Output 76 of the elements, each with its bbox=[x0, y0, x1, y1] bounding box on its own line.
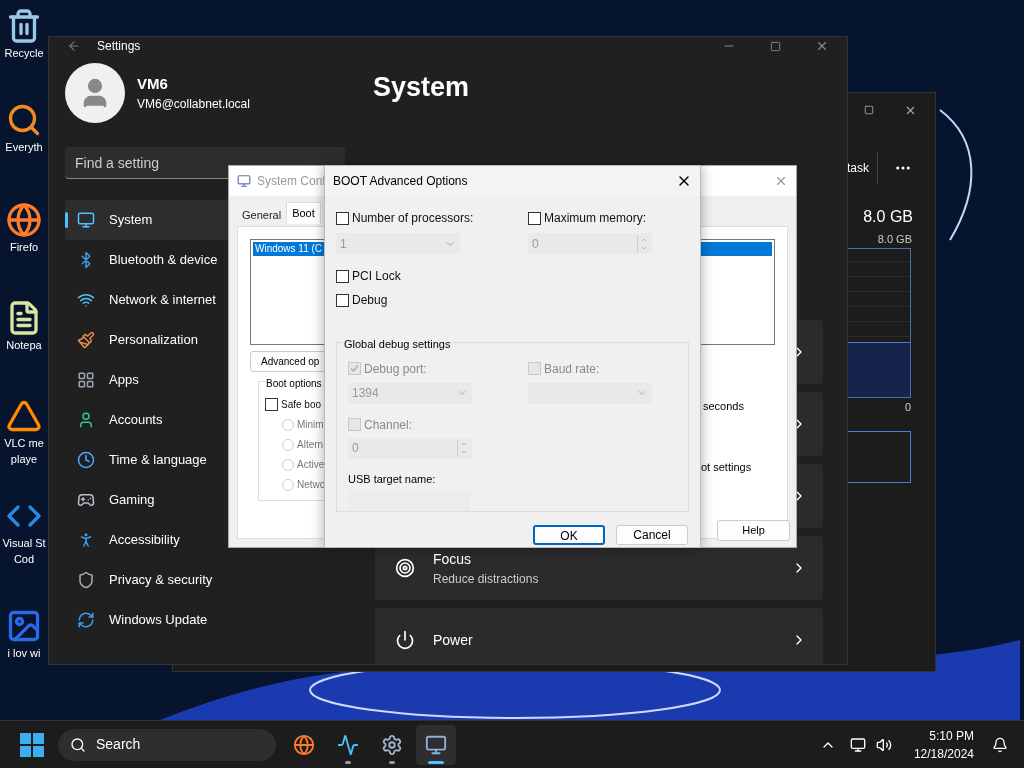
nav-icon bbox=[77, 451, 95, 469]
app-icon bbox=[237, 174, 251, 188]
graph-min-label: 0 bbox=[904, 399, 911, 415]
desktop-app-icon[interactable] bbox=[6, 398, 42, 434]
notification-bell-icon[interactable] bbox=[992, 736, 1008, 753]
nav-icon bbox=[77, 571, 95, 589]
network-icon[interactable] bbox=[849, 736, 866, 753]
desktop-icon-label[interactable]: Everyth bbox=[5, 140, 43, 154]
pulse-chart-icon bbox=[337, 733, 359, 756]
gear-icon bbox=[381, 733, 403, 756]
checkbox[interactable] bbox=[336, 269, 349, 283]
start-icon[interactable] bbox=[20, 732, 44, 757]
checkbox-label: Debug port: bbox=[364, 360, 427, 378]
window-title: Settings bbox=[97, 38, 141, 55]
nav-item[interactable]: Privacy & security bbox=[65, 560, 355, 600]
timeout-unit: seconds bbox=[703, 399, 745, 414]
speaker-icon[interactable] bbox=[875, 736, 892, 753]
focus-icon bbox=[395, 558, 415, 578]
desktop-icon-label[interactable]: Recycle bbox=[4, 46, 44, 60]
dialog-button[interactable]: Cancel bbox=[616, 525, 688, 545]
page-heading: System bbox=[373, 71, 471, 103]
maximize-icon[interactable] bbox=[864, 105, 874, 115]
desktop-icon-label[interactable]: playe bbox=[10, 452, 38, 466]
user-name: VM6 bbox=[137, 73, 169, 94]
checkbox-label: Baud rate: bbox=[544, 360, 600, 378]
clock[interactable]: 5:10 PM 12/18/2024 bbox=[913, 726, 974, 763]
radio-label: Active bbox=[297, 458, 325, 472]
field-label: USB target name: bbox=[348, 471, 437, 487]
globe-icon bbox=[293, 733, 315, 756]
nav-item[interactable]: Windows Update bbox=[65, 600, 355, 640]
checkbox-label: Debug bbox=[352, 292, 388, 309]
checkbox-label: Maximum memory: bbox=[544, 210, 646, 227]
nav-icon bbox=[77, 611, 95, 629]
desktop-app-icon[interactable] bbox=[6, 8, 42, 44]
desktop-app-icon[interactable] bbox=[6, 202, 42, 238]
group-title: Boot options bbox=[265, 376, 323, 391]
memory-total: 8.0 GB bbox=[863, 207, 913, 227]
nav-icon bbox=[77, 211, 95, 229]
checkbox-label: Number of processors: bbox=[352, 210, 474, 227]
desktop-icon-label[interactable]: Cod bbox=[13, 552, 35, 566]
radio-label: Altern bbox=[297, 438, 324, 452]
desktop-app-icon[interactable] bbox=[6, 102, 42, 138]
desktop-icon-label[interactable]: VLC me bbox=[4, 436, 44, 450]
nav-icon bbox=[77, 291, 95, 309]
desktop-icon-label[interactable]: Firefo bbox=[9, 240, 39, 254]
nav-icon bbox=[77, 331, 95, 349]
maximize-icon[interactable] bbox=[770, 40, 781, 52]
taskbar-search-field[interactable]: Search bbox=[58, 728, 276, 761]
help-button[interactable]: Help bbox=[717, 520, 790, 541]
checkbox-label: PCI Lock bbox=[352, 268, 401, 285]
user-email: VM6@collabnet.local bbox=[137, 96, 250, 114]
desktop-icon-label[interactable]: Notepa bbox=[6, 338, 42, 352]
checkbox[interactable] bbox=[265, 398, 278, 411]
spin-up-icon bbox=[460, 440, 468, 448]
checkbox-label: Safe boo bbox=[281, 398, 322, 412]
spin-down-icon bbox=[460, 448, 468, 456]
desktop-icon-label[interactable]: i lov wi bbox=[7, 646, 41, 660]
tab[interactable]: General bbox=[237, 204, 287, 226]
nav-icon bbox=[77, 491, 95, 509]
power-icon bbox=[395, 630, 415, 650]
search-icon bbox=[70, 736, 86, 753]
checkbox-label: Channel: bbox=[364, 416, 413, 434]
tab[interactable]: Boot bbox=[286, 202, 321, 224]
nav-icon bbox=[77, 371, 95, 389]
checkbox[interactable] bbox=[336, 293, 349, 307]
monitor-icon bbox=[425, 733, 447, 756]
graph-max-label: 8.0 GB bbox=[877, 232, 912, 247]
toolbar-button[interactable]: task bbox=[847, 159, 869, 177]
taskbar-app[interactable] bbox=[416, 724, 456, 765]
checkbox-label: ot settings bbox=[701, 459, 753, 475]
desktop-icon-label[interactable]: Visual St bbox=[2, 536, 46, 550]
settings-card[interactable]: Power bbox=[375, 608, 823, 664]
nav-icon bbox=[77, 411, 95, 429]
radio-label: Minim bbox=[297, 418, 324, 432]
dialog-button[interactable]: OK bbox=[533, 525, 605, 545]
back-icon[interactable] bbox=[67, 39, 81, 53]
